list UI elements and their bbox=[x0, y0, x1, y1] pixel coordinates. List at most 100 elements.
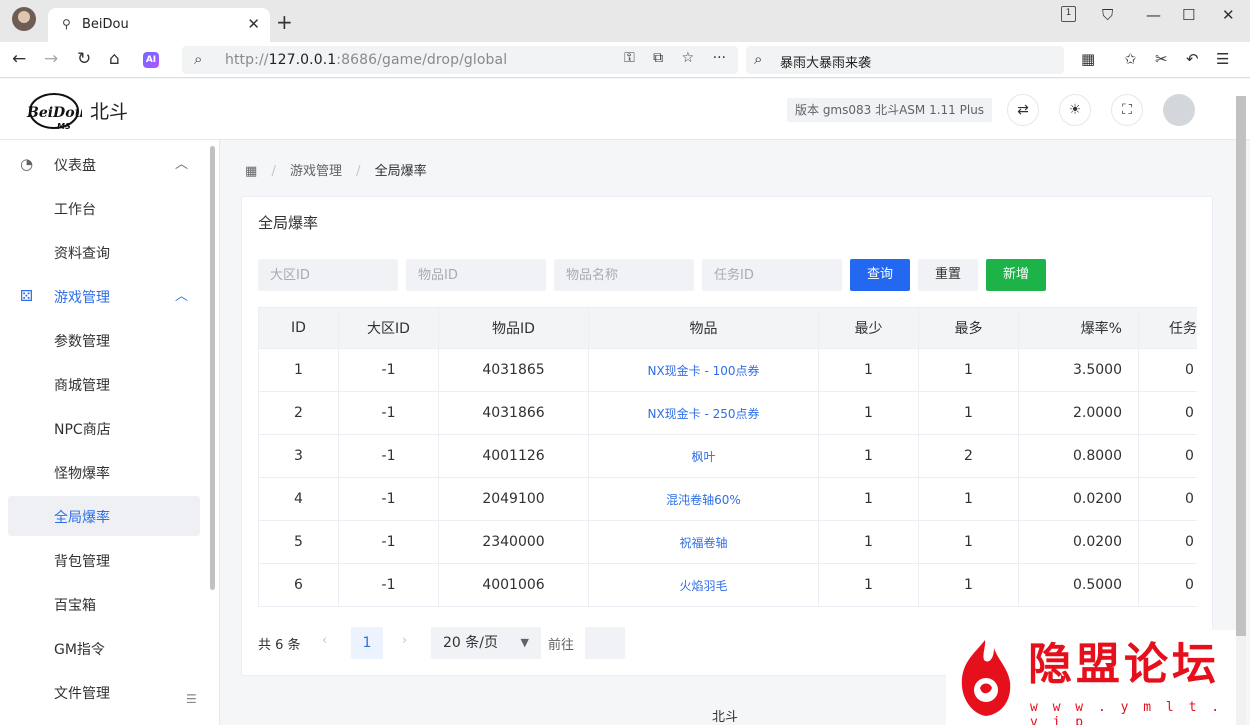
page-scrollbar[interactable] bbox=[1236, 96, 1246, 725]
quest-id-input[interactable] bbox=[702, 259, 842, 291]
more-icon[interactable]: ··· bbox=[713, 50, 726, 66]
sidebar-item-game-management[interactable]: ⚄ 游戏管理 ︿ bbox=[8, 276, 200, 316]
sidebar-item-npc-shop[interactable]: NPC商店 bbox=[8, 408, 200, 448]
minimize-button[interactable]: — bbox=[1146, 6, 1161, 24]
drop-table: ID 大区ID 物品ID 物品 最少 最多 爆率% 任务ID 1 -1 4031… bbox=[258, 307, 1197, 607]
table-row[interactable]: 3 -1 4001126 枫叶 1 2 0.8000 0 bbox=[258, 434, 1197, 478]
browser-nav-bar: ← → ↻ ⌂ AI ⌕ http://127.0.0.1:8686/game/… bbox=[0, 42, 1250, 78]
query-button[interactable]: 查询 bbox=[850, 259, 910, 291]
column-header[interactable]: 物品 bbox=[588, 307, 819, 349]
table-row[interactable]: 6 -1 4001006 火焰羽毛 1 1 0.5000 0 bbox=[258, 563, 1197, 607]
grid-home-icon[interactable]: ▦ bbox=[245, 164, 257, 179]
reset-button[interactable]: 重置 bbox=[918, 259, 978, 291]
page-title: 全局爆率 bbox=[258, 214, 319, 232]
item-id-input[interactable] bbox=[406, 259, 546, 291]
url-text[interactable]: http://127.0.0.1:8686/game/drop/global bbox=[225, 52, 507, 68]
global-drop-card: 全局爆率 查询 重置 新增 ID 大区ID 物品ID 物品 最少 最多 爆率% bbox=[241, 196, 1213, 676]
profile-avatar[interactable] bbox=[12, 7, 36, 31]
language-icon[interactable]: ⇄ bbox=[1007, 94, 1039, 126]
dice-icon: ⚄ bbox=[20, 287, 34, 305]
item-link[interactable]: NX现金卡 - 100点券 bbox=[588, 348, 819, 392]
breadcrumb-current: 全局爆率 bbox=[374, 164, 427, 179]
item-link[interactable]: 祝福卷轴 bbox=[588, 520, 819, 564]
sidebar-item-file-management[interactable]: 文件管理 bbox=[8, 672, 200, 712]
column-header[interactable]: 物品ID bbox=[438, 307, 589, 349]
address-bar[interactable]: ⌕ http://127.0.0.1:8686/game/drop/global… bbox=[182, 46, 738, 74]
goto-page-input[interactable] bbox=[585, 627, 625, 659]
new-tab-button[interactable]: + bbox=[276, 12, 293, 32]
reload-icon[interactable]: ↻ bbox=[77, 49, 91, 69]
item-link[interactable]: NX现金卡 - 250点券 bbox=[588, 391, 819, 435]
table-row[interactable]: 5 -1 2340000 祝福卷轴 1 1 0.0200 0 bbox=[258, 520, 1197, 564]
pagination-total: 共 6 条 bbox=[258, 638, 301, 653]
item-link[interactable]: 枫叶 bbox=[588, 434, 819, 478]
shirt-icon[interactable]: ⛉ bbox=[1102, 6, 1113, 24]
sidebar-item-gm-commands[interactable]: GM指令 bbox=[8, 628, 200, 668]
sidebar: ◔ 仪表盘 ︿ 工作台 资料查询 ⚄ 游戏管理 ︿ 参数管理 商城管理 NPC商… bbox=[0, 140, 220, 725]
version-badge: 版本 gms083 北斗ASM 1.11 Plus bbox=[787, 98, 993, 122]
key-icon[interactable]: ⚿ bbox=[624, 50, 635, 66]
breadcrumb-parent[interactable]: 游戏管理 bbox=[290, 164, 342, 179]
user-avatar[interactable] bbox=[1163, 94, 1195, 126]
add-button[interactable]: 新增 bbox=[986, 259, 1046, 291]
watermark-url: w w w . y m l t . v i p bbox=[1030, 700, 1223, 725]
item-link[interactable]: 混沌卷轴60% bbox=[588, 477, 819, 521]
sidebar-item-global-drop[interactable]: 全局爆率 bbox=[8, 496, 200, 536]
browser-search-bar[interactable]: ⌕ 暴雨大暴雨来袭 bbox=[746, 46, 1064, 74]
browser-tab[interactable]: ⚲ BeiDou ✕ bbox=[48, 8, 270, 42]
table-row[interactable]: 2 -1 4031866 NX现金卡 - 250点券 1 1 2.0000 0 bbox=[258, 391, 1197, 435]
sidebar-item-workbench[interactable]: 工作台 bbox=[8, 188, 200, 228]
scissors-icon[interactable]: ✂ bbox=[1155, 50, 1168, 68]
sidebar-item-inventory[interactable]: 背包管理 bbox=[8, 540, 200, 580]
apps-grid-icon[interactable]: ▦ bbox=[1081, 50, 1095, 68]
chevron-up-icon: ︿ bbox=[174, 289, 188, 304]
search-icon: ⌕ bbox=[754, 50, 763, 68]
column-header[interactable]: 最少 bbox=[818, 307, 919, 349]
pagination-page[interactable]: 1 bbox=[351, 627, 383, 659]
theme-sun-icon[interactable]: ☀ bbox=[1059, 94, 1091, 126]
undo-icon[interactable]: ↶ bbox=[1186, 50, 1199, 68]
item-name-input[interactable] bbox=[554, 259, 694, 291]
column-header[interactable]: 最多 bbox=[918, 307, 1019, 349]
translate-icon[interactable]: ⧉ bbox=[653, 50, 663, 66]
fullscreen-icon[interactable]: ⛶ bbox=[1111, 94, 1143, 126]
ai-icon[interactable]: AI bbox=[143, 52, 159, 68]
table-row[interactable]: 1 -1 4031865 NX现金卡 - 100点券 1 1 3.5000 0 bbox=[258, 348, 1197, 392]
column-header[interactable]: 爆率% bbox=[1018, 307, 1139, 349]
close-window-button[interactable]: ✕ bbox=[1222, 6, 1235, 24]
maximize-button[interactable]: ☐ bbox=[1182, 6, 1195, 24]
forward-arrow-icon[interactable]: → bbox=[44, 49, 58, 69]
flame-logo-icon bbox=[961, 640, 1011, 716]
column-header[interactable]: 大区ID bbox=[338, 307, 439, 349]
beidou-logo: BeiDou MS bbox=[26, 93, 82, 130]
back-arrow-icon[interactable]: ← bbox=[12, 49, 26, 69]
page-size-select[interactable]: 20 条/页 ▼ bbox=[431, 627, 541, 659]
sidebar-item-data-query[interactable]: 资料查询 bbox=[8, 232, 200, 272]
app-name: 北斗 bbox=[90, 101, 129, 123]
collapse-menu-icon[interactable]: ☰ bbox=[186, 692, 197, 706]
dashboard-icon: ◔ bbox=[20, 155, 34, 173]
table-header-row: ID 大区ID 物品ID 物品 最少 最多 爆率% 任务ID bbox=[258, 307, 1197, 349]
sidebar-item-monster-drop[interactable]: 怪物爆率 bbox=[8, 452, 200, 492]
close-tab-icon[interactable]: ✕ bbox=[247, 15, 260, 33]
sidebar-scrollbar[interactable] bbox=[210, 146, 215, 590]
sidebar-item-mall[interactable]: 商城管理 bbox=[8, 364, 200, 404]
table-row[interactable]: 4 -1 2049100 混沌卷轴60% 1 1 0.0200 0 bbox=[258, 477, 1197, 521]
item-link[interactable]: 火焰羽毛 bbox=[588, 563, 819, 607]
menu-icon[interactable]: ☰ bbox=[1216, 50, 1229, 68]
zone-id-input[interactable] bbox=[258, 259, 398, 291]
home-icon[interactable]: ⌂ bbox=[109, 49, 120, 69]
column-header[interactable]: ID bbox=[258, 307, 339, 349]
star-icon[interactable]: ☆ bbox=[682, 50, 695, 66]
app-header: BeiDou MS 北斗 版本 gms083 北斗ASM 1.11 Plus ⇄… bbox=[0, 79, 1250, 140]
chevron-left-icon[interactable]: ‹ bbox=[322, 633, 327, 648]
column-header[interactable]: 任务ID bbox=[1138, 307, 1197, 349]
sidebar-item-params[interactable]: 参数管理 bbox=[8, 320, 200, 360]
svg-text:MS: MS bbox=[57, 122, 71, 130]
footer-text: 北斗 bbox=[712, 710, 739, 725]
sidebar-item-dashboard[interactable]: ◔ 仪表盘 ︿ bbox=[8, 144, 200, 184]
chevron-right-icon[interactable]: › bbox=[402, 633, 407, 648]
tab-count-badge[interactable]: 1 bbox=[1061, 6, 1076, 22]
sidebar-item-treasure-box[interactable]: 百宝箱 bbox=[8, 584, 200, 624]
favorites-icon[interactable]: ✩ bbox=[1124, 50, 1137, 68]
